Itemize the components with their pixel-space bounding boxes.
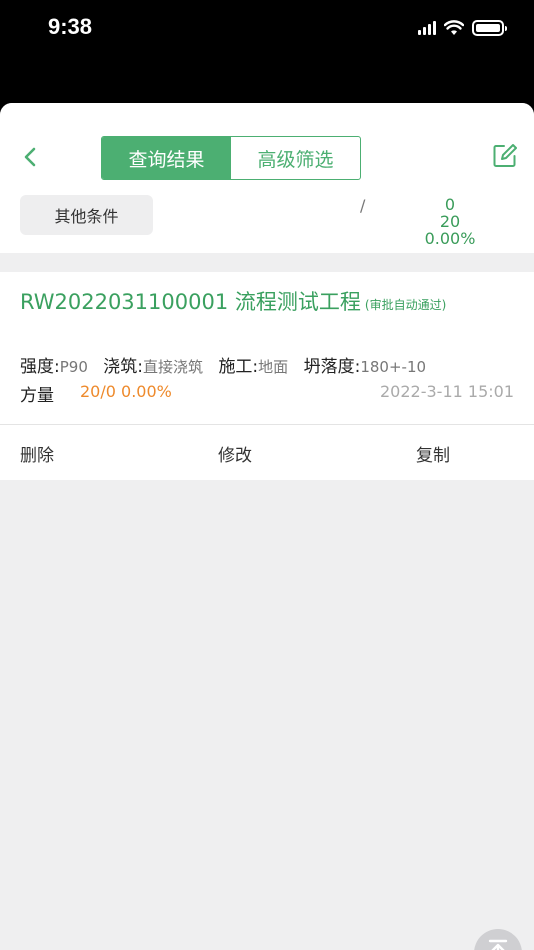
field-construction-key: 施工:: [218, 357, 259, 377]
field-slump-value: 180+-10: [360, 358, 427, 376]
field-pour-key: 浇筑:: [103, 357, 144, 377]
battery-icon: [472, 20, 507, 36]
task-code: RW2022031100001: [20, 290, 229, 314]
approval-badge: (审批自动通过): [364, 298, 447, 312]
modify-button[interactable]: 修改: [218, 441, 252, 466]
quantity-label: 方量: [20, 386, 54, 406]
other-conditions-button[interactable]: 其他条件: [20, 195, 153, 235]
card-actions: 删除 修改 复制: [0, 425, 534, 480]
scroll-to-top-button[interactable]: [474, 929, 522, 950]
task-timestamp: 2022-3-11 15:01: [380, 382, 514, 401]
scroll-top-icon: [488, 939, 508, 950]
field-strength-key: 强度:: [20, 357, 60, 377]
stat-count: 0: [444, 195, 456, 214]
field-slump-key: 坍落度:: [303, 357, 361, 377]
status-icons: [418, 18, 507, 38]
stat-percent: 0.00%: [424, 229, 476, 248]
stats-summary: 0 20 0.00%: [410, 196, 490, 247]
field-pour-value: 直接浇筑: [143, 358, 204, 376]
stats-separator: /: [360, 196, 366, 215]
status-time: 9:38: [48, 14, 93, 39]
back-icon[interactable]: [18, 143, 42, 171]
copy-button[interactable]: 复制: [416, 441, 450, 466]
field-construction-value: 地面: [258, 358, 289, 376]
task-title: RW2022031100001 流程测试工程 (审批自动通过): [20, 286, 446, 316]
status-bar: 9:38: [0, 0, 534, 60]
signal-icon: [418, 21, 436, 35]
wifi-icon: [444, 20, 464, 35]
segmented-control: 查询结果 高级筛选: [101, 136, 361, 180]
task-card[interactable]: RW2022031100001 流程测试工程 (审批自动通过) 强度:P90 浇筑…: [0, 272, 534, 480]
tab-query-results[interactable]: 查询结果: [102, 137, 231, 179]
stat-total: 20: [439, 212, 461, 231]
tab-advanced-filter[interactable]: 高级筛选: [231, 137, 360, 179]
nav-bar: 查询结果 高级筛选: [0, 103, 534, 181]
edit-icon[interactable]: [492, 143, 518, 169]
delete-button[interactable]: 删除: [20, 441, 54, 466]
filter-bar: 其他条件 / 0 20 0.00%: [0, 181, 534, 253]
modal-sheet: 查询结果 高级筛选 其他条件 / 0 20 0.00% RW2022031100…: [0, 103, 534, 950]
task-name: 流程测试工程: [234, 290, 361, 314]
field-strength-value: P90: [59, 358, 88, 376]
quantity-value: 20/0 0.00%: [80, 382, 172, 401]
task-info: 强度:P90 浇筑:直接浇筑 施工:地面 坍落度:180+-10: [20, 352, 436, 377]
